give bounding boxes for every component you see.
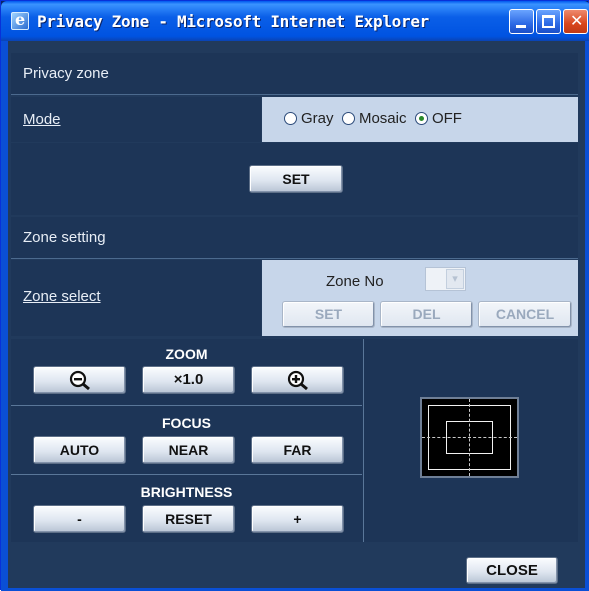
minimize-icon: [516, 25, 526, 28]
maximize-button[interactable]: [536, 9, 561, 34]
zoom-in-button[interactable]: [251, 366, 344, 394]
radio-off-dot: [414, 112, 428, 125]
close-icon: ✕: [570, 11, 584, 30]
focus-far-button[interactable]: FAR: [251, 436, 344, 464]
zone-no-label: Zone No: [326, 273, 384, 290]
mode-options: Gray Mosaic OFF: [262, 97, 578, 142]
brightness-plus-button[interactable]: +: [251, 505, 344, 533]
control-divider: [11, 474, 362, 475]
zoom-out-button[interactable]: [33, 366, 126, 394]
control-divider-vertical: [363, 339, 364, 542]
zone-del-button[interactable]: DEL: [380, 301, 473, 328]
zoom-label: ZOOM: [165, 346, 208, 362]
mode-off-radio[interactable]: OFF: [414, 110, 462, 127]
mode-mosaic-label: Mosaic: [358, 110, 407, 127]
maximize-icon: [542, 15, 555, 28]
mode-set-button[interactable]: SET: [249, 165, 343, 193]
radio-gray-dot: [284, 112, 297, 125]
close-button[interactable]: CLOSE: [466, 557, 558, 584]
zone-no-select[interactable]: ▾: [425, 267, 466, 291]
mode-gray-radio[interactable]: Gray: [284, 110, 334, 127]
control-divider: [11, 405, 362, 406]
brightness-minus-button[interactable]: -: [33, 505, 126, 533]
brightness-label: BRIGHTNESS: [140, 484, 233, 500]
minimize-button[interactable]: [509, 9, 534, 34]
window-frame-left: [1, 41, 8, 591]
zone-setting-heading: Zone setting: [11, 217, 578, 259]
focus-auto-button[interactable]: AUTO: [33, 436, 126, 464]
radio-mosaic-dot: [341, 112, 355, 125]
privacy-zone-heading: Privacy zone: [11, 53, 578, 95]
mode-link[interactable]: Mode: [11, 97, 261, 142]
zone-select-link[interactable]: Zone select: [11, 260, 261, 336]
zoom-value-button[interactable]: ×1.0: [142, 366, 235, 394]
pan-tilt-area[interactable]: [420, 397, 519, 478]
brightness-reset-button[interactable]: RESET: [142, 505, 235, 533]
crosshair-vertical: [469, 399, 470, 476]
privacy-zone-window: Privacy Zone - Microsoft Internet Explor…: [0, 0, 589, 591]
mode-gray-label: Gray: [301, 110, 334, 127]
ie-icon: [11, 10, 29, 30]
window-close-button[interactable]: ✕: [563, 9, 588, 34]
chevron-down-icon: ▾: [446, 269, 464, 289]
focus-near-button[interactable]: NEAR: [142, 436, 235, 464]
window-frame-right: [585, 41, 589, 591]
focus-label: FOCUS: [162, 415, 211, 431]
zone-set-button[interactable]: SET: [282, 301, 375, 328]
zoom-in-icon: [287, 370, 308, 391]
mode-off-label: OFF: [431, 110, 462, 127]
title-bar: Privacy Zone - Microsoft Internet Explor…: [1, 1, 589, 41]
zoom-out-icon: [69, 370, 90, 391]
zone-cancel-button[interactable]: CANCEL: [478, 301, 572, 328]
mode-mosaic-radio[interactable]: Mosaic: [341, 110, 407, 127]
window-title: Privacy Zone - Microsoft Internet Explor…: [37, 12, 429, 31]
